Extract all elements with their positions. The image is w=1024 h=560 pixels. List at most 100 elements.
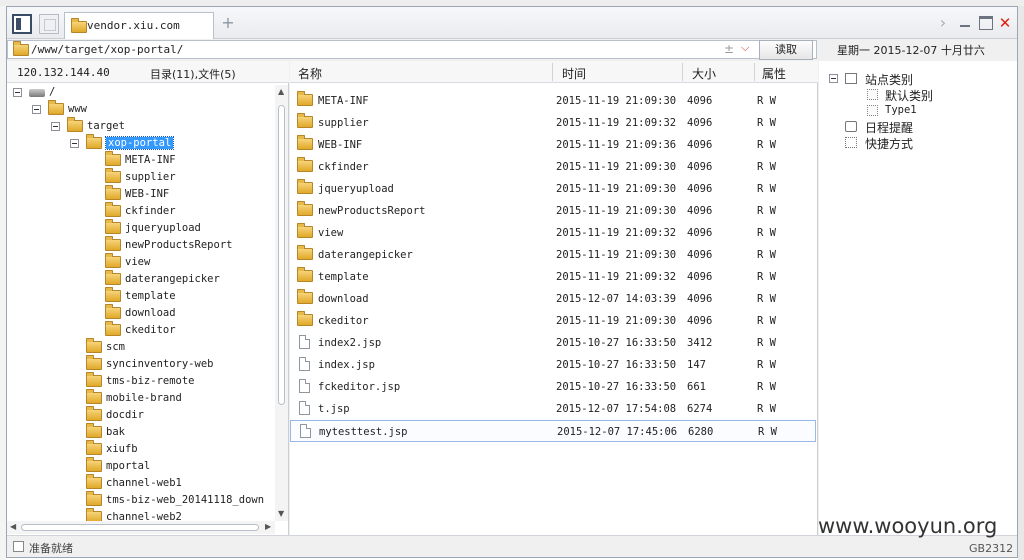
plus-minus-icon[interactable]: ±: [724, 42, 734, 56]
column-size-header[interactable]: 大小: [692, 65, 716, 82]
file-name: index2.jsp: [318, 337, 382, 349]
file-size: 4096: [687, 315, 713, 327]
file-attr: R W: [757, 381, 776, 393]
file-row[interactable]: template 2015-11-19 21:09:32 4096 R W: [290, 266, 816, 288]
collapse-toggle-icon[interactable]: [70, 139, 79, 148]
file-row[interactable]: index.jsp 2015-10-27 16:33:50 147 R W: [290, 354, 816, 376]
file-attr: R W: [757, 293, 776, 305]
scroll-up-arrow-icon[interactable]: ▲: [278, 87, 284, 96]
minimize-button[interactable]: [957, 13, 973, 33]
tree-node[interactable]: www: [7, 100, 275, 119]
column-divider[interactable]: [682, 63, 683, 81]
tree-node[interactable]: META-INF: [7, 151, 275, 170]
file-name: ckfinder: [318, 161, 369, 173]
file-row[interactable]: supplier 2015-11-19 21:09:32 4096 R W: [290, 112, 816, 134]
file-size: 6280: [688, 426, 714, 438]
file-row[interactable]: META-INF 2015-11-19 21:09:30 4096 R W: [290, 90, 816, 112]
file-row[interactable]: ckfinder 2015-11-19 21:09:30 4096 R W: [290, 156, 816, 178]
new-tab-button[interactable]: +: [218, 13, 238, 33]
address-path: /www/target/xop-portal/: [31, 43, 184, 56]
tree-node[interactable]: mportal: [7, 457, 275, 476]
tree-node[interactable]: target: [7, 117, 275, 136]
tree-node[interactable]: channel-web1: [7, 474, 275, 493]
default-category-label: 默认类别: [885, 89, 934, 103]
read-button[interactable]: 读取: [759, 40, 813, 60]
file-row[interactable]: jqueryupload 2015-11-19 21:09:30 4096 R W: [290, 178, 816, 200]
tree-node[interactable]: ckfinder: [7, 202, 275, 221]
file-row[interactable]: fckeditor.jsp 2015-10-27 16:33:50 661 R W: [290, 376, 816, 398]
folder-icon: [105, 185, 121, 200]
tree-vertical-scrollbar[interactable]: ▲ ▼: [275, 85, 288, 521]
tree-header: 120.132.144.40 目录(11),文件(5): [7, 61, 289, 83]
file-row[interactable]: newProductsReport 2015-11-19 21:09:30 4096…: [290, 200, 816, 222]
shortcuts-label: 快捷方式: [865, 137, 914, 151]
collapse-toggle-icon[interactable]: [51, 122, 60, 131]
tree-node[interactable]: view: [7, 253, 275, 272]
scrollbar-thumb[interactable]: [21, 524, 259, 531]
tree-node[interactable]: jqueryupload: [7, 219, 275, 238]
file-size: 147: [687, 359, 706, 371]
file-icon: [299, 357, 310, 371]
address-bar[interactable]: /www/target/xop-portal/ ± ⌵: [7, 40, 817, 59]
file-row[interactable]: mytesttest.jsp 2015-12-07 17:45:06 6280 R W: [290, 420, 816, 442]
collapse-toggle-icon[interactable]: [829, 74, 838, 83]
tree-node[interactable]: download: [7, 304, 275, 323]
column-divider[interactable]: [754, 63, 755, 81]
tree-node[interactable]: tms-biz-remote: [7, 372, 275, 391]
scrollbar-thumb[interactable]: [278, 105, 285, 405]
column-divider[interactable]: [552, 63, 553, 81]
collapse-toggle-icon[interactable]: [13, 88, 22, 97]
file-row[interactable]: t.jsp 2015-12-07 17:54:08 6274 R W: [290, 398, 816, 420]
tree-node[interactable]: daterangepicker: [7, 270, 275, 289]
tree-node[interactable]: xop-portal: [7, 134, 275, 153]
tree-node[interactable]: newProductsReport: [7, 236, 275, 255]
file-list-panel: 名称 时间 大小 属性 META-INF 2015-11-19 21:09:30 4…: [290, 61, 818, 535]
column-time-header[interactable]: 时间: [562, 65, 586, 82]
tree-node[interactable]: bak: [7, 423, 275, 442]
file-size: 661: [687, 381, 706, 393]
file-row[interactable]: daterangepicker 2015-11-19 21:09:30 4096 R …: [290, 244, 816, 266]
scroll-left-arrow-icon[interactable]: ◀: [10, 522, 16, 531]
folder-icon: [297, 179, 313, 194]
file-row[interactable]: ckeditor 2015-11-19 21:09:30 4096 R W: [290, 310, 816, 332]
tree-node[interactable]: xiufb: [7, 440, 275, 459]
tree-node[interactable]: tms-biz-web_20141118_down: [7, 491, 275, 510]
status-checkbox[interactable]: [13, 541, 24, 552]
tree-node[interactable]: docdir: [7, 406, 275, 425]
scroll-right-arrow-icon[interactable]: ▶: [265, 522, 271, 531]
category-icon: [867, 89, 878, 100]
secondary-view-button[interactable]: [39, 14, 59, 34]
tree-node-label: jqueryupload: [125, 222, 201, 234]
close-button[interactable]: ✕: [997, 13, 1013, 33]
tree-node[interactable]: template: [7, 287, 275, 306]
chevron-down-icon[interactable]: ⌵: [741, 41, 749, 55]
tree-node[interactable]: mobile-brand: [7, 389, 275, 408]
column-attr-header[interactable]: 属性: [762, 65, 786, 82]
tree-node[interactable]: supplier: [7, 168, 275, 187]
file-row[interactable]: download 2015-12-07 14:03:39 4096 R W: [290, 288, 816, 310]
tree-horizontal-scrollbar[interactable]: ◀ ▶: [7, 521, 275, 534]
tab-vendor[interactable]: vendor.xiu.com: [64, 12, 214, 39]
tree-node[interactable]: ckeditor: [7, 321, 275, 340]
tree-node[interactable]: channel-web2: [7, 508, 275, 521]
encoding-label[interactable]: GB2312: [969, 542, 1013, 555]
collapse-toggle-icon[interactable]: [32, 105, 41, 114]
watermark: www.wooyun.org: [818, 514, 998, 538]
file-row[interactable]: WEB-INF 2015-11-19 21:09:36 4096 R W: [290, 134, 816, 156]
tree-node[interactable]: WEB-INF: [7, 185, 275, 204]
folder-icon: [86, 134, 102, 149]
tree-node-label: www: [68, 103, 87, 115]
file-icon: [300, 424, 311, 438]
maximize-button[interactable]: [977, 13, 993, 33]
file-row[interactable]: index2.jsp 2015-10-27 16:33:50 3412 R W: [290, 332, 816, 354]
column-name-header[interactable]: 名称: [298, 65, 322, 82]
tree-node-label: tms-biz-web_20141118_down: [106, 494, 265, 506]
file-time: 2015-10-27 16:33:50: [556, 337, 677, 349]
tree-node[interactable]: syncinventory-web: [7, 355, 275, 374]
tree-node[interactable]: scm: [7, 338, 275, 357]
file-row[interactable]: view 2015-11-19 21:09:32 4096 R W: [290, 222, 816, 244]
folder-icon: [297, 289, 313, 304]
chevron-right-icon[interactable]: ›: [935, 13, 951, 33]
scroll-down-arrow-icon[interactable]: ▼: [278, 509, 284, 518]
layout-toggle-button[interactable]: [12, 14, 32, 34]
